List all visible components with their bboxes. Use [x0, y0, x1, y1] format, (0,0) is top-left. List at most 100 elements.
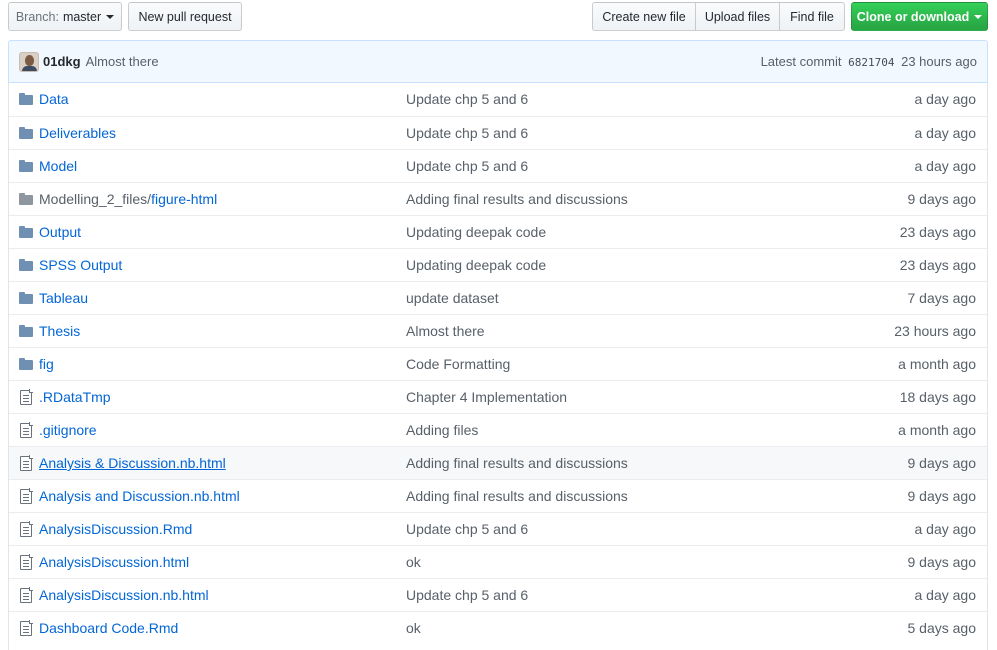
table-row[interactable]: Data Update chp 5 and 6 a day ago [9, 83, 987, 116]
commit-message[interactable]: Almost there [86, 54, 159, 69]
file-navigation-toolbar: Branch: master New pull request Create n… [0, 0, 997, 40]
latest-commit-info: Latest commit 6821704 23 hours ago [761, 54, 977, 69]
file-text-icon [19, 521, 35, 537]
file-name-link[interactable]: Analysis & Discussion.nb.html [39, 455, 226, 471]
folder-icon [19, 192, 35, 206]
file-name-link[interactable]: Dashboard Code.Rmd [39, 620, 178, 636]
clone-or-download-label: Clone or download [856, 9, 970, 24]
file-text-icon [19, 620, 35, 636]
folder-icon [19, 126, 35, 140]
file-name-link[interactable]: AnalysisDiscussion.nb.html [39, 587, 209, 603]
table-row[interactable]: .RDataTmp Chapter 4 Implementation 18 days… [9, 380, 987, 413]
file-text-icon [19, 455, 35, 471]
avatar[interactable] [19, 51, 39, 72]
table-row[interactable]: Model Update chp 5 and 6 a day ago [9, 149, 987, 182]
commit-age: 18 days ago [899, 389, 976, 405]
commit-age: 7 days ago [907, 290, 977, 306]
commit-age: a day ago [914, 587, 977, 603]
commit-age: a month ago [898, 422, 976, 438]
commit-message-link[interactable]: Almost there [406, 323, 485, 339]
folder-icon [19, 291, 35, 305]
file-name-link[interactable]: fig [39, 356, 54, 372]
commit-age: 9 days ago [907, 488, 977, 504]
file-name-link[interactable]: Deliverables [39, 125, 116, 141]
file-name-link[interactable]: Tableau [39, 290, 88, 306]
table-row[interactable]: Dashboard Code.Rmd ok 5 days ago [9, 611, 987, 644]
commit-message-link[interactable]: Code Formatting [406, 356, 510, 372]
file-name-link[interactable]: Thesis [39, 323, 80, 339]
commit-message-link[interactable]: Chapter 4 Implementation [406, 389, 567, 405]
table-row[interactable]: AnalysisDiscussion.Rmd Update chp 5 and 6… [9, 512, 987, 545]
latest-commit-bar: 01dkg Almost there Latest commit 6821704… [8, 40, 988, 83]
commit-age: a day ago [914, 125, 977, 141]
commit-age: 9 days ago [907, 554, 977, 570]
table-row[interactable]: Thesis Almost there 23 hours ago [9, 314, 987, 347]
commit-author[interactable]: 01dkg [43, 54, 81, 69]
commit-age: a month ago [898, 356, 976, 372]
folder-icon [19, 225, 35, 239]
file-name-link[interactable]: Model [39, 158, 77, 174]
commit-message-link[interactable]: Adding final results and discussions [406, 455, 628, 471]
commit-message-link[interactable]: Adding final results and discussions [406, 488, 628, 504]
file-name-link[interactable]: SPSS Output [39, 257, 122, 273]
table-row[interactable]: AnalysisDiscussion.nb.html Update chp 5 a… [9, 578, 987, 611]
branch-select-button[interactable]: Branch: master [8, 2, 122, 31]
file-name-link[interactable]: .RDataTmp [39, 389, 111, 405]
commit-message-link[interactable]: ok [406, 620, 421, 636]
commit-age: 9 days ago [907, 455, 977, 471]
chevron-down-icon [974, 14, 983, 19]
table-row[interactable]: Output Updating deepak code 23 days ago [9, 215, 987, 248]
file-name-link[interactable]: AnalysisDiscussion.Rmd [39, 521, 192, 537]
folder-icon [19, 159, 35, 173]
commit-message-link[interactable]: Adding final results and discussions [406, 191, 628, 207]
commit-age: 5 days ago [907, 620, 977, 636]
table-row[interactable]: Deliverables Update chp 5 and 6 a day ago [9, 116, 987, 149]
table-row[interactable]: .gitignore Adding files a month ago [9, 413, 987, 446]
commit-age: 23 hours ago [901, 54, 977, 69]
commit-message-link[interactable]: Adding files [406, 422, 478, 438]
find-file-button[interactable]: Find file [779, 2, 845, 31]
upload-files-button[interactable]: Upload files [695, 2, 780, 31]
file-name-link[interactable]: AnalysisDiscussion.html [39, 554, 189, 570]
commit-message-link[interactable]: Updating deepak code [406, 257, 546, 273]
new-pull-request-button[interactable]: New pull request [128, 2, 242, 31]
commit-message-link[interactable]: Update chp 5 and 6 [406, 521, 528, 537]
table-row[interactable]: Tableau update dataset 7 days ago [9, 281, 987, 314]
file-name-link[interactable]: .gitignore [39, 422, 97, 438]
file-name-link[interactable]: Modelling_2_files/figure-html [39, 191, 217, 207]
commit-age: a day ago [914, 91, 977, 107]
commit-age: 23 days ago [899, 257, 976, 273]
clone-or-download-button[interactable]: Clone or download [851, 2, 988, 31]
file-name-prefix: Modelling_2_files/ [39, 191, 152, 207]
file-text-icon [19, 422, 35, 438]
commit-age: 23 days ago [899, 224, 976, 240]
commit-message-link[interactable]: Updating deepak code [406, 224, 546, 240]
file-text-icon [19, 587, 35, 603]
commit-message-link[interactable]: Update chp 5 and 6 [406, 158, 528, 174]
table-row[interactable]: AnalysisDiscussion.html ok 9 days ago [9, 545, 987, 578]
commit-message-link[interactable]: Update chp 5 and 6 [406, 125, 528, 141]
file-text-icon [19, 554, 35, 570]
commit-message-link[interactable]: Update chp 5 and 6 [406, 587, 528, 603]
file-text-icon [19, 389, 35, 405]
file-name-link[interactable]: Data [39, 91, 69, 107]
commit-age: 9 days ago [907, 191, 977, 207]
file-name-text: figure-html [151, 191, 218, 207]
file-name-link[interactable]: Analysis and Discussion.nb.html [39, 488, 240, 504]
table-row[interactable]: SPSS Output Updating deepak code 23 days a… [9, 248, 987, 281]
create-new-file-button[interactable]: Create new file [592, 2, 696, 31]
commit-message-link[interactable]: ok [406, 554, 421, 570]
table-row[interactable]: fig Code Formatting a month ago [9, 347, 987, 380]
commit-message-link[interactable]: Update chp 5 and 6 [406, 91, 528, 107]
commit-message-link[interactable]: update dataset [406, 290, 499, 306]
table-row[interactable]: Analysis and Discussion.nb.html Adding fi… [9, 479, 987, 512]
table-row[interactable]: Modelling_2_files/figure-html Adding fina… [9, 182, 987, 215]
commit-sha[interactable]: 6821704 [848, 56, 894, 69]
commit-age: a day ago [914, 521, 977, 537]
table-row[interactable]: Analysis & Discussion.nb.html Adding fina… [9, 446, 987, 479]
branch-name: master [62, 9, 102, 24]
folder-icon [19, 258, 35, 272]
commit-age: a day ago [914, 158, 977, 174]
file-name-link[interactable]: Output [39, 224, 81, 240]
file-text-icon [19, 488, 35, 504]
